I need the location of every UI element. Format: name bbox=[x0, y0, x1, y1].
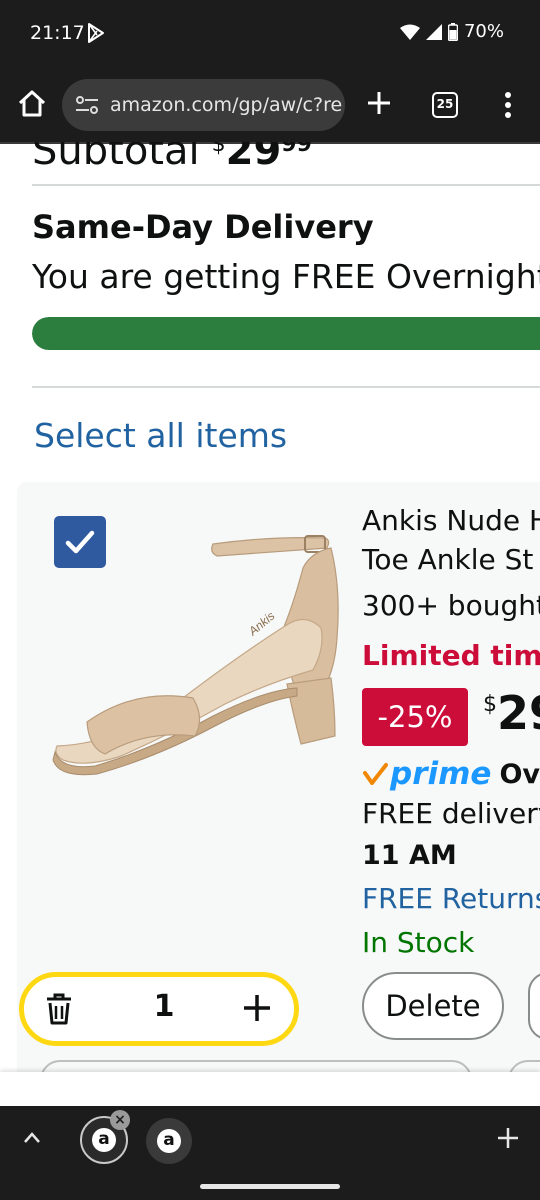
status-indicators: 70% bbox=[399, 21, 504, 42]
home-icon[interactable] bbox=[16, 88, 48, 120]
prime-logo: prime bbox=[390, 756, 492, 792]
item-price: $29 bbox=[483, 686, 540, 740]
item-title-line2[interactable]: Toe Ankle St bbox=[362, 543, 533, 576]
plus-icon[interactable] bbox=[242, 993, 272, 1023]
gesture-nav-handle[interactable] bbox=[200, 1184, 340, 1189]
subtotal-label: Subtotal bbox=[32, 142, 200, 174]
chevron-up-icon[interactable] bbox=[22, 1128, 42, 1148]
status-bar: 21:17 70% bbox=[0, 0, 540, 68]
bottom-sheet-edge bbox=[0, 1072, 540, 1106]
delivery-title: Same-Day Delivery bbox=[32, 208, 374, 246]
deal-label: Limited time bbox=[362, 639, 540, 672]
site-settings-icon[interactable] bbox=[74, 94, 100, 116]
subtotal-cents: 99 bbox=[281, 142, 312, 157]
subtotal-dollars: 29 bbox=[225, 142, 282, 174]
url-text: amazon.com/gp/aw/c?re bbox=[110, 94, 343, 116]
wifi-icon bbox=[399, 24, 420, 40]
play-store-icon bbox=[88, 23, 104, 43]
browser-toolbar: amazon.com/gp/aw/c?re 25 bbox=[0, 68, 540, 144]
new-tab-icon[interactable] bbox=[364, 88, 394, 118]
amazon-favicon: a bbox=[157, 1129, 181, 1153]
url-bar[interactable]: amazon.com/gp/aw/c?re bbox=[62, 79, 345, 131]
battery-icon bbox=[447, 22, 458, 41]
tab-amazon[interactable]: a bbox=[146, 1118, 192, 1164]
add-tab-icon[interactable] bbox=[496, 1126, 520, 1150]
bottom-tab-strip: a × a bbox=[0, 1106, 540, 1200]
amazon-favicon: a bbox=[92, 1128, 116, 1152]
product-image[interactable]: Ankis bbox=[35, 508, 361, 798]
delivery-time: 11 AM bbox=[362, 840, 457, 871]
tab-switcher-button[interactable]: 25 bbox=[432, 92, 458, 118]
subtotal-currency: $ bbox=[211, 142, 226, 157]
bought-count: 300+ bought bbox=[362, 589, 540, 622]
divider bbox=[32, 386, 540, 388]
select-all-link[interactable]: Select all items bbox=[34, 416, 287, 455]
quantity-value: 1 bbox=[153, 989, 175, 1024]
more-menu-icon[interactable] bbox=[500, 90, 516, 120]
delete-button[interactable]: Delete bbox=[362, 972, 504, 1040]
close-icon[interactable]: × bbox=[110, 1110, 130, 1130]
divider bbox=[32, 184, 540, 186]
discount-badge: -25% bbox=[362, 688, 468, 746]
compare-button[interactable] bbox=[40, 1060, 472, 1072]
delivery-message: You are getting FREE Overnight bbox=[32, 257, 540, 296]
delivery-progress-fill bbox=[32, 317, 540, 350]
price-amount: 29 bbox=[497, 686, 540, 740]
save-for-later-button[interactable] bbox=[528, 972, 540, 1040]
item-title[interactable]: Ankis Nude H bbox=[362, 504, 540, 537]
price-currency: $ bbox=[483, 692, 497, 717]
prime-badge: prime Ove bbox=[362, 756, 540, 792]
free-returns-link[interactable]: FREE Returns bbox=[362, 882, 540, 915]
trash-icon[interactable] bbox=[44, 993, 74, 1025]
cart-page: Subtotal $2999 Same-Day Delivery You are … bbox=[0, 142, 540, 1072]
battery-percent: 70% bbox=[463, 21, 504, 42]
prime-check-icon bbox=[363, 763, 388, 785]
delivery-progress-bar bbox=[32, 317, 540, 350]
status-time: 21:17 bbox=[30, 22, 85, 44]
subtotal: Subtotal $2999 bbox=[32, 142, 312, 174]
stock-status: In Stock bbox=[362, 926, 475, 959]
prime-service: Ove bbox=[499, 758, 540, 790]
quantity-stepper: 1 bbox=[19, 972, 299, 1046]
signal-icon bbox=[425, 23, 442, 40]
free-delivery: FREE delivery bbox=[362, 797, 540, 830]
